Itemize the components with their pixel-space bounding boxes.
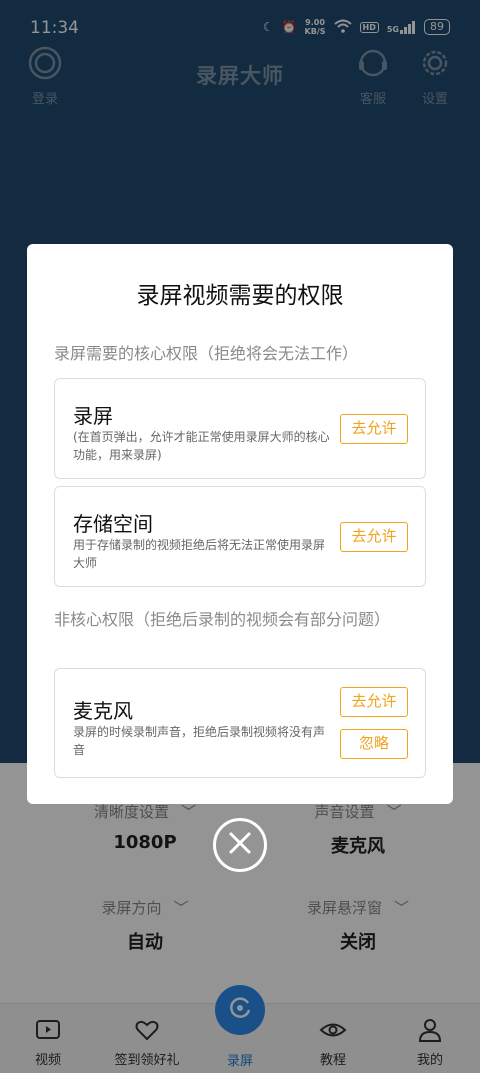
permission-card-record: 录屏 (在首页弹出，允许才能正常使用录屏大师的核心功能，用来录屏) 去允许 <box>54 378 426 479</box>
close-dialog-button[interactable] <box>213 818 267 872</box>
permission-name: 存储空间 <box>73 512 153 536</box>
permission-name: 麦克风 <box>73 699 133 723</box>
allow-record-button[interactable]: 去允许 <box>340 414 408 444</box>
permission-card-storage: 存储空间 用于存储录制的视频拒绝后将无法正常使用录屏大师 去允许 <box>54 486 426 587</box>
permission-name: 录屏 <box>73 404 113 428</box>
permission-desc: (在首页弹出，允许才能正常使用录屏大师的核心功能，用来录屏) <box>73 430 330 462</box>
permission-card-microphone: 麦克风 录屏的时候录制声音，拒绝后录制视频将没有声音 去允许 忽略 <box>54 668 426 778</box>
core-permissions-heading: 录屏需要的核心权限（拒绝将会无法工作） <box>54 344 359 363</box>
permission-desc: 用于存储录制的视频拒绝后将无法正常使用录屏大师 <box>73 538 326 570</box>
allow-storage-button[interactable]: 去允许 <box>340 522 408 552</box>
dialog-title: 录屏视频需要的权限 <box>136 283 344 309</box>
allow-microphone-button[interactable]: 去允许 <box>340 687 408 717</box>
ignore-microphone-button[interactable]: 忽略 <box>340 729 408 759</box>
noncore-permissions-heading: 非核心权限（拒绝后录制的视频会有部分问题） <box>54 610 391 629</box>
close-icon <box>228 831 252 859</box>
permission-desc: 录屏的时候录制声音，拒绝后录制视频将没有声音 <box>73 725 326 757</box>
permission-dialog: 录屏视频需要的权限 录屏需要的核心权限（拒绝将会无法工作） 录屏 (在首页弹出，… <box>27 244 453 804</box>
